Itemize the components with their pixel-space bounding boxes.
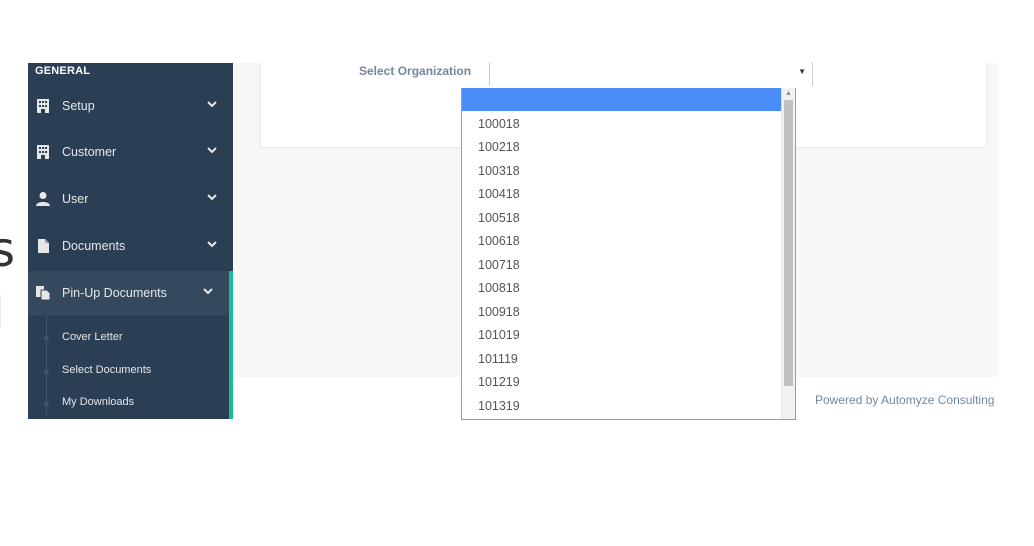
dropdown-option[interactable]: 100618 xyxy=(462,229,784,252)
pin-up-documents-submenu: Cover Letter Select Documents My Downloa… xyxy=(28,315,233,419)
dropdown-option[interactable]: 100418 xyxy=(462,182,784,205)
scrollbar-thumb[interactable] xyxy=(784,100,793,386)
chevron-down-icon xyxy=(207,241,217,248)
sidebar-section-title: GENERAL xyxy=(35,65,91,77)
dropdown-scrollbar[interactable]: ▲ xyxy=(781,88,795,419)
dropdown-option[interactable]: 100918 xyxy=(462,300,784,323)
dropdown-option[interactable]: 101319 xyxy=(462,394,784,417)
building-icon xyxy=(37,99,49,113)
dropdown-option[interactable]: 101119 xyxy=(462,347,784,370)
dropdown-option[interactable]: 101219 xyxy=(462,370,784,393)
dropdown-option[interactable]: 100018 xyxy=(462,112,784,135)
sidebar-item-customer[interactable]: Customer xyxy=(28,130,233,176)
select-organization-label: Select Organization xyxy=(359,64,472,78)
dropdown-option-blank[interactable] xyxy=(462,88,784,111)
clipped-edge-text-1: s xyxy=(0,222,16,278)
chevron-down-icon xyxy=(203,288,213,295)
sidebar-item-label: Documents xyxy=(62,239,126,253)
dropdown-option[interactable]: 101019 xyxy=(462,323,784,346)
building-icon xyxy=(37,145,49,159)
dropdown-option[interactable]: 100318 xyxy=(462,159,784,182)
scroll-up-arrow-icon[interactable]: ▲ xyxy=(785,90,792,97)
dropdown-option[interactable]: 100218 xyxy=(462,135,784,158)
chevron-down-icon xyxy=(207,101,217,108)
clipped-edge-text-2: l xyxy=(0,292,4,336)
sidebar-item-pin-up-documents[interactable]: Pin-Up Documents xyxy=(28,271,233,317)
dropdown-option[interactable]: 100718 xyxy=(462,253,784,276)
sidebar: GENERAL Setup Customer User Documents Pi… xyxy=(28,63,233,419)
submenu-item-label: Select Documents xyxy=(62,364,152,376)
organization-select[interactable]: ▼ xyxy=(489,62,813,86)
bullet-dot-icon xyxy=(44,369,49,374)
user-icon xyxy=(36,192,50,206)
sidebar-item-label: Setup xyxy=(62,99,95,113)
sidebar-item-setup[interactable]: Setup xyxy=(28,84,233,130)
dropdown-option[interactable]: 100818 xyxy=(462,276,784,299)
copy-documents-icon xyxy=(36,286,51,301)
sidebar-item-label: Customer xyxy=(62,145,117,159)
dropdown-option[interactable]: 100518 xyxy=(462,206,784,229)
submenu-item-my-downloads[interactable]: My Downloads xyxy=(28,390,229,422)
document-icon xyxy=(38,239,49,253)
bullet-dot-icon xyxy=(44,401,49,406)
sidebar-item-documents[interactable]: Documents xyxy=(28,224,233,270)
submenu-item-label: My Downloads xyxy=(62,396,135,408)
bullet-dot-icon xyxy=(44,336,49,341)
sidebar-item-label: User xyxy=(62,192,89,206)
submenu-item-cover-letter[interactable]: Cover Letter xyxy=(28,325,229,357)
organization-dropdown-list[interactable]: 100018 100218 100318 100418 100518 10061… xyxy=(461,88,796,420)
submenu-item-select-documents[interactable]: Select Documents xyxy=(28,358,229,390)
footer-credit: Powered by Automyze Consulting xyxy=(815,393,995,407)
sidebar-item-label: Pin-Up Documents xyxy=(62,286,167,300)
sidebar-item-user[interactable]: User xyxy=(28,177,233,223)
dropdown-arrow-icon[interactable]: ▼ xyxy=(798,67,806,76)
submenu-item-label: Cover Letter xyxy=(62,331,123,343)
chevron-down-icon xyxy=(207,194,217,201)
chevron-down-icon xyxy=(207,147,217,154)
